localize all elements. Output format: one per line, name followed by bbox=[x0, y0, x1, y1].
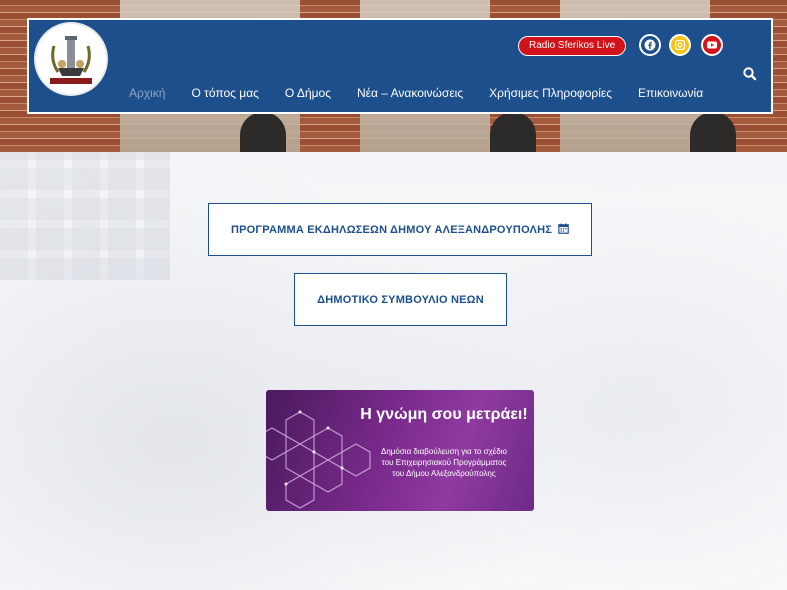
nav-item-contact[interactable]: Επικοινωνία bbox=[638, 86, 703, 100]
banner-title: Η γνώμη σου μετράει! bbox=[360, 406, 528, 423]
hero-arch bbox=[490, 112, 536, 152]
banner-line: του Επιχειρησιακού Προγράμματος bbox=[381, 458, 507, 467]
search-icon[interactable] bbox=[742, 66, 758, 82]
nav-item-news[interactable]: Νέα – Ανακοινώσεις bbox=[357, 86, 463, 100]
hero-arch bbox=[690, 112, 736, 152]
events-program-label: ΠΡΟΓΡΑΜΜΑ ΕΚΔΗΛΩΣΕΩΝ ΔΗΜΟΥ ΑΛΕΞΑΝΔΡΟΥΠΟΛ… bbox=[230, 223, 553, 236]
nav-item-useful-info[interactable]: Χρήσιμες Πληροφορίες bbox=[489, 86, 612, 100]
calendar-icon bbox=[558, 223, 569, 237]
banner-line: του Δήμου Αλεξανδρούπολης bbox=[392, 469, 496, 478]
nav-item-our-place[interactable]: Ο τόπος μας bbox=[191, 86, 258, 100]
youth-council-button[interactable]: ΔΗΜΟΤΙΚΟ ΣΥΜΒΟΥΛΙΟ ΝΕΩΝ bbox=[294, 273, 507, 326]
radio-live-button[interactable]: Radio Sferikos Live bbox=[518, 36, 627, 56]
events-program-button[interactable]: ΠΡΟΓΡΑΜΜΑ ΕΚΔΗΛΩΣΕΩΝ ΔΗΜΟΥ ΑΛΕΞΑΝΔΡΟΥΠΟΛ… bbox=[208, 203, 592, 256]
nav-item-municipality[interactable]: Ο Δήμος bbox=[285, 86, 331, 100]
banner-line: Δημόσια διαβούλευση για το σχέδιο bbox=[381, 447, 507, 456]
main-navigation: Αρχική Ο τόπος μας Ο Δήμος Νέα – Ανακοιν… bbox=[129, 86, 729, 100]
consultation-banner[interactable]: Η γνώμη σου μετράει! Δημόσια διαβούλευση… bbox=[266, 390, 534, 511]
youth-council-label: ΔΗΜΟΤΙΚΟ ΣΥΜΒΟΥΛΙΟ ΝΕΩΝ bbox=[317, 293, 484, 306]
youtube-icon[interactable] bbox=[701, 34, 723, 56]
site-header: Radio Sferikos Live Αρχική Ο τόπος μας Ο… bbox=[27, 18, 773, 114]
hero-arch bbox=[240, 112, 286, 152]
banner-description: Δημόσια διαβούλευση για το σχέδιο του Επ… bbox=[354, 446, 534, 479]
municipality-logo[interactable] bbox=[36, 24, 106, 94]
nav-item-home[interactable]: Αρχική bbox=[129, 86, 165, 100]
facebook-icon[interactable] bbox=[639, 34, 661, 56]
background-keyboard bbox=[0, 150, 170, 280]
instagram-icon[interactable] bbox=[669, 34, 691, 56]
